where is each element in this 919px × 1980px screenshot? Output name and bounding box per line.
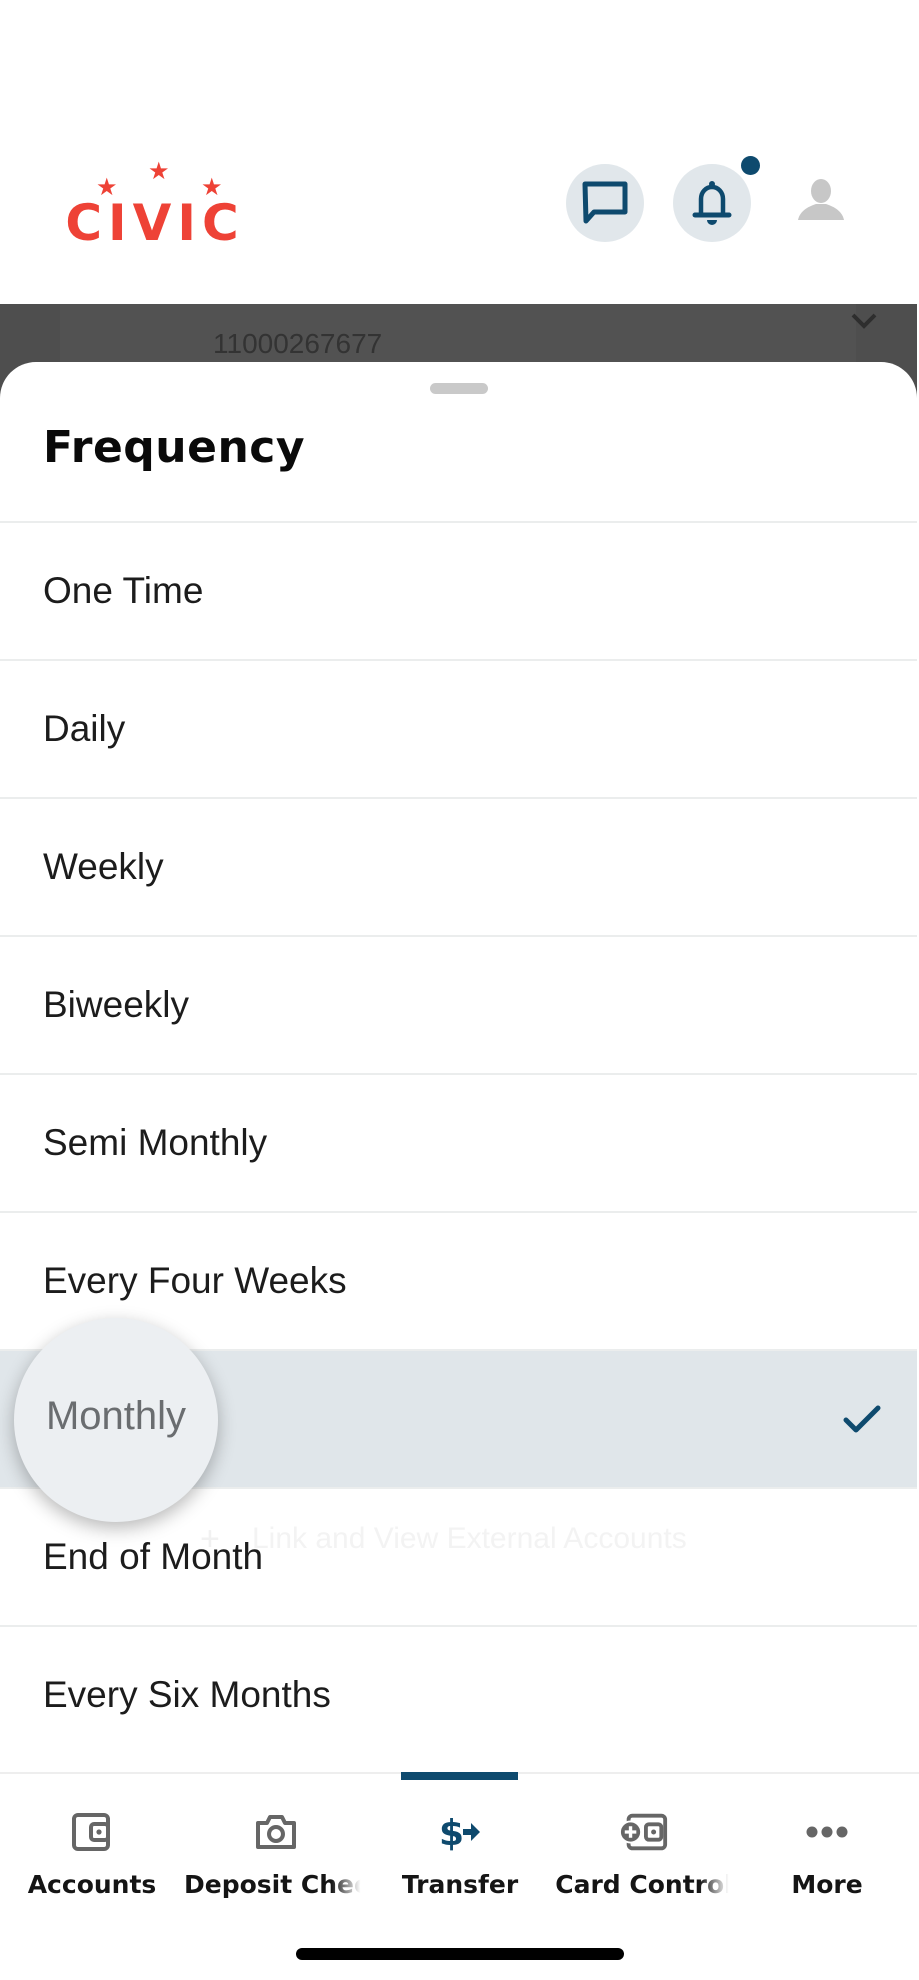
tab-label: More (791, 1870, 863, 1899)
sheet-drag-handle[interactable] (430, 383, 488, 394)
option-label: Biweekly (43, 984, 189, 1025)
user-profile-icon (798, 179, 844, 220)
option-label: One Time (43, 570, 204, 611)
checkmark-icon (843, 1405, 881, 1433)
plus-icon: + (200, 1520, 220, 1558)
option-label: Semi Monthly (43, 1122, 268, 1163)
tab-deposit-check[interactable]: Deposit Chec (184, 1774, 368, 1924)
tab-label: Card Control (555, 1870, 733, 1899)
option-label: Weekly (43, 846, 164, 887)
tab-label: Transfer (401, 1870, 519, 1899)
chat-button[interactable] (566, 164, 644, 242)
tab-accounts[interactable]: Accounts (0, 1774, 184, 1924)
tab-transfer[interactable]: $ Transfer (368, 1774, 552, 1924)
magnifier-text: Monthly (45, 1393, 187, 1438)
chevron-down-icon (851, 313, 877, 329)
more-dots-icon (806, 1826, 848, 1838)
tab-more[interactable]: More (735, 1774, 919, 1924)
bell-icon (692, 181, 732, 225)
option-label: Daily (43, 708, 126, 749)
dollar-transfer-icon: $ (439, 1813, 480, 1852)
civic-logo: ★ ★ ★ CIVIC (60, 160, 250, 250)
sheet-title: Frequency (43, 422, 306, 473)
frequency-bottom-sheet: Frequency One Time Daily Weekly Biweekly… (0, 362, 917, 1772)
account-number: 11000267677 (213, 328, 383, 359)
app-header: ★ ★ ★ CIVIC (0, 0, 919, 304)
tab-label: Deposit Chec (184, 1870, 368, 1899)
frequency-option-semi-monthly[interactable]: Semi Monthly (0, 1073, 917, 1211)
option-label: Every Six Months (43, 1674, 331, 1715)
frequency-option-one-time[interactable]: One Time (0, 521, 917, 659)
wallet-icon (72, 1813, 110, 1851)
touch-magnifier-loupe: Monthly (14, 1318, 218, 1522)
frequency-options-list: One Time Daily Weekly Biweekly Semi Mont… (0, 521, 917, 1763)
frequency-option-daily[interactable]: Daily (0, 659, 917, 797)
option-label: Every Four Weeks (43, 1260, 347, 1301)
notifications-button[interactable] (673, 164, 751, 242)
logo-text: CIVIC (65, 194, 245, 252)
camera-icon (256, 1815, 296, 1849)
card-control-icon (619, 1813, 668, 1851)
frequency-option-every-six-months[interactable]: Every Six Months (0, 1625, 917, 1763)
option-label: End of Month (43, 1536, 264, 1577)
logo-star-icon: ★ (148, 158, 170, 185)
tab-card-controls[interactable]: Card Control (552, 1774, 736, 1924)
tab-label: Accounts (27, 1870, 157, 1899)
svg-text:$: $ (439, 1813, 464, 1852)
home-indicator[interactable] (296, 1948, 624, 1960)
chat-bubble-icon (582, 181, 628, 224)
ghost-link-external-accounts: Link and View External Accounts (252, 1522, 687, 1555)
frequency-option-biweekly[interactable]: Biweekly (0, 935, 917, 1073)
notification-badge (741, 156, 760, 175)
frequency-option-weekly[interactable]: Weekly (0, 797, 917, 935)
profile-button[interactable] (796, 176, 846, 226)
